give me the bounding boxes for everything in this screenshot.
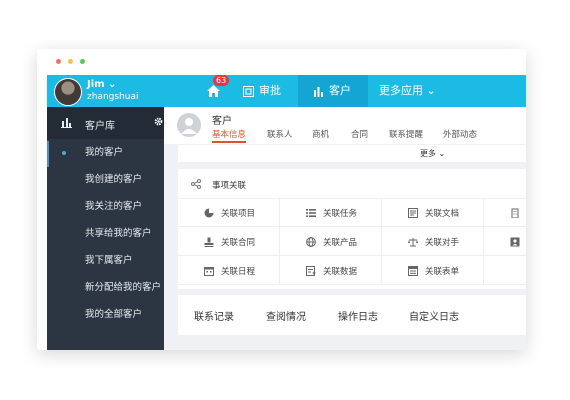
home-icon[interactable] <box>207 85 220 97</box>
sidebar-item-new-assigned[interactable]: 新分配给我的客户 <box>47 274 164 301</box>
main-panel: 客户 基本信息 联系人 商机 合同 联系提醒 外部动态 更多 ⌄ 事项关联 关联… <box>164 107 526 350</box>
sidebar-header: 客户库 <box>47 107 164 139</box>
tab-contacts[interactable]: 联系人 <box>267 128 293 140</box>
nav-customer-label: 客户 <box>329 84 351 97</box>
tab-basic-info[interactable]: 基本信息 <box>212 128 247 143</box>
assoc-schedule-label: 关联日程 <box>221 267 256 277</box>
sidebar-title: 客户库 <box>85 121 115 132</box>
assoc-project[interactable]: 关联项目 <box>178 198 280 227</box>
customer-title: 客户 <box>212 116 232 127</box>
minimize-dot[interactable] <box>68 59 73 64</box>
nav-more-apps[interactable]: 更多应用 ⌄ <box>379 75 436 107</box>
building-icon <box>511 208 519 218</box>
nav-more-apps-label: 更多应用 ⌄ <box>379 84 436 97</box>
assoc-header: 事项关联 <box>178 169 526 199</box>
assoc-task[interactable]: 关联任务 <box>280 198 382 227</box>
sidebar: 客户库 我的客户 我创建的客户 我关注的客户 共享给我的客户 我下属客户 新分配… <box>47 107 164 350</box>
assoc-form-label: 关联表单 <box>425 267 460 277</box>
sidebar-item-my-customers[interactable]: 我的客户 <box>47 139 164 166</box>
close-dot[interactable] <box>56 59 61 64</box>
title-bar <box>37 49 526 75</box>
assoc-task-label: 关联任务 <box>323 209 358 219</box>
assoc-contract-label: 关联合同 <box>221 238 256 248</box>
user-avatar[interactable] <box>54 78 82 106</box>
assoc-contact-card[interactable] <box>484 227 526 256</box>
assoc-data-label: 关联数据 <box>323 267 358 277</box>
document-icon <box>408 208 418 218</box>
sidebar-item-followed[interactable]: 我关注的客户 <box>47 193 164 220</box>
sidebar-item-subordinate[interactable]: 我下属客户 <box>47 247 164 274</box>
user-name[interactable]: Jim ⌄ <box>87 79 116 91</box>
app-window: Jim ⌄ zhangshuai 63 审批 客户 更多应用 ⌄ 客户库 我的客… <box>37 49 526 350</box>
customer-header: 客户 基本信息 联系人 商机 合同 联系提醒 外部动态 <box>164 107 526 144</box>
assoc-schedule[interactable]: 关联日程 <box>178 256 280 285</box>
contact-card-icon <box>510 237 520 247</box>
tab-view-status[interactable]: 查阅情况 <box>266 308 306 323</box>
top-nav: Jim ⌄ zhangshuai 63 审批 客户 更多应用 ⌄ <box>47 75 526 107</box>
form-icon <box>408 266 418 276</box>
assoc-document[interactable]: 关联文档 <box>382 198 484 227</box>
assoc-product-label: 关联产品 <box>323 238 358 248</box>
nav-approval-label: 审批 <box>259 84 281 97</box>
sidebar-item-created[interactable]: 我创建的客户 <box>47 166 164 193</box>
assoc-panel: 事项关联 关联项目 关联任务 关联文档 关联合同 关联产品 关联对手 关联日程 … <box>178 169 526 289</box>
data-icon <box>306 266 316 276</box>
assoc-form[interactable]: 关联表单 <box>382 256 484 285</box>
assoc-organization[interactable] <box>484 198 526 227</box>
assoc-competitor-label: 关联对手 <box>425 238 460 248</box>
assoc-data[interactable]: 关联数据 <box>280 256 382 285</box>
customer-icon <box>314 86 323 97</box>
assoc-title: 事项关联 <box>212 181 247 191</box>
scale-icon <box>408 238 418 247</box>
customer-avatar <box>177 113 201 137</box>
tab-contact-records[interactable]: 联系记录 <box>194 308 234 323</box>
approval-icon <box>243 85 254 97</box>
globe-icon <box>306 237 316 247</box>
pie-icon <box>204 208 214 218</box>
assoc-contract[interactable]: 关联合同 <box>178 227 280 256</box>
record-tabs: 联系记录 查阅情况 操作日志 自定义日志 <box>178 295 526 335</box>
share-icon <box>191 179 201 189</box>
tab-custom-log[interactable]: 自定义日志 <box>409 308 459 323</box>
list-icon <box>306 209 316 217</box>
more-toggle[interactable]: 更多 ⌄ <box>420 148 445 159</box>
sidebar-item-shared[interactable]: 共享给我的客户 <box>47 220 164 247</box>
nav-approval[interactable]: 审批 <box>243 75 295 107</box>
assoc-product[interactable]: 关联产品 <box>280 227 382 256</box>
maximize-dot[interactable] <box>80 59 85 64</box>
assoc-document-label: 关联文档 <box>425 209 460 219</box>
tab-opportunities[interactable]: 商机 <box>312 128 329 140</box>
tab-external-updates[interactable]: 外部动态 <box>443 128 477 140</box>
sidebar-item-all[interactable]: 我的全部客户 <box>47 301 164 328</box>
chart-icon <box>61 118 72 128</box>
notification-badge: 63 <box>213 75 230 86</box>
assoc-empty-cell <box>484 256 526 285</box>
nav-customer[interactable]: 客户 <box>298 75 368 107</box>
user-id: zhangshuai <box>87 92 139 102</box>
gear-icon[interactable] <box>154 117 163 126</box>
tab-operation-log[interactable]: 操作日志 <box>338 308 378 323</box>
person-icon <box>181 118 197 134</box>
tab-contracts[interactable]: 合同 <box>351 128 368 140</box>
calendar-icon <box>204 267 214 276</box>
tab-contact-reminders[interactable]: 联系提醒 <box>389 128 423 140</box>
assoc-project-label: 关联项目 <box>221 209 256 219</box>
assoc-competitor[interactable]: 关联对手 <box>382 227 484 256</box>
stamp-icon <box>204 237 214 247</box>
more-row: 更多 ⌄ <box>178 145 526 162</box>
